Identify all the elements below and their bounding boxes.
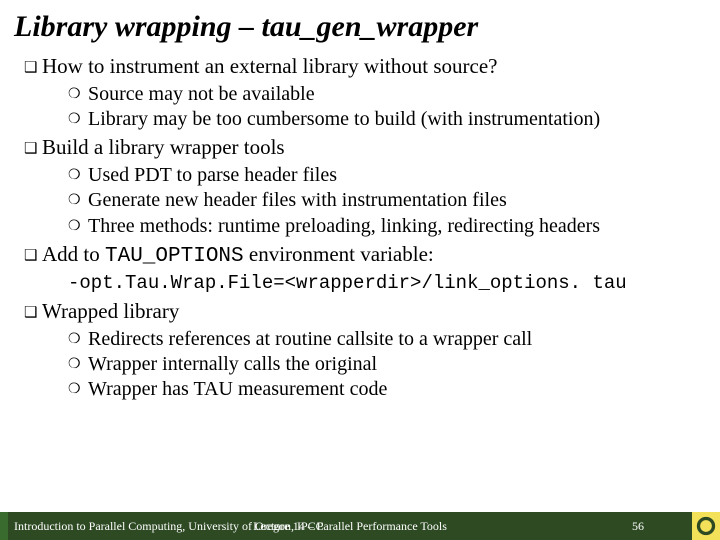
circle-bullet-icon: ❍ bbox=[68, 377, 88, 398]
bullet-text: Add to TAU_OPTIONS environment variable: bbox=[42, 242, 710, 270]
square-bullet-icon: ❑ bbox=[24, 135, 42, 158]
slide-title: Library wrapping – tau_gen_wrapper bbox=[0, 0, 720, 50]
circle-bullet-icon: ❍ bbox=[68, 163, 88, 184]
bullet-item: ❑ Build a library wrapper tools bbox=[24, 135, 710, 161]
sub-list: ❍Used PDT to parse header files ❍Generat… bbox=[68, 163, 710, 238]
bullet-text: How to instrument an external library wi… bbox=[42, 54, 710, 80]
square-bullet-icon: ❑ bbox=[24, 242, 42, 265]
sub-item: ❍Wrapper has TAU measurement code bbox=[68, 377, 710, 401]
sub-item: ❍Three methods: runtime preloading, link… bbox=[68, 214, 710, 238]
oregon-o-icon bbox=[696, 516, 716, 536]
square-bullet-icon: ❑ bbox=[24, 299, 42, 322]
bullet-text: Wrapped library bbox=[42, 299, 710, 325]
slide-content: ❑ How to instrument an external library … bbox=[0, 50, 720, 540]
circle-bullet-icon: ❍ bbox=[68, 82, 88, 103]
circle-bullet-icon: ❍ bbox=[68, 327, 88, 348]
bullet-item: ❑ Wrapped library bbox=[24, 299, 710, 325]
sub-list: ❍Redirects references at routine callsit… bbox=[68, 327, 710, 402]
sub-item: ❍Library may be too cumbersome to build … bbox=[68, 107, 710, 131]
square-bullet-icon: ❑ bbox=[24, 54, 42, 77]
bullet-item: ❑ Add to TAU_OPTIONS environment variabl… bbox=[24, 242, 710, 270]
sub-item: ❍Redirects references at routine callsit… bbox=[68, 327, 710, 351]
sub-item: ❍Generate new header files with instrume… bbox=[68, 188, 710, 212]
sub-item: ❍Used PDT to parse header files bbox=[68, 163, 710, 187]
circle-bullet-icon: ❍ bbox=[68, 352, 88, 373]
bullet-item: ❑ How to instrument an external library … bbox=[24, 54, 710, 80]
inline-code: TAU_OPTIONS bbox=[105, 245, 244, 268]
code-line: -opt.Tau.Wrap.File=<wrapperdir>/link_opt… bbox=[68, 272, 710, 295]
sub-list: ❍Source may not be available ❍Library ma… bbox=[68, 82, 710, 132]
footer-accent bbox=[0, 512, 8, 540]
sub-item: ❍Source may not be available bbox=[68, 82, 710, 106]
slide: Library wrapping – tau_gen_wrapper ❑ How… bbox=[0, 0, 720, 540]
footer-center: Lecture 14 – Parallel Performance Tools bbox=[253, 519, 447, 534]
university-logo bbox=[692, 512, 720, 540]
page-number: 56 bbox=[632, 519, 644, 534]
circle-bullet-icon: ❍ bbox=[68, 214, 88, 235]
circle-bullet-icon: ❍ bbox=[68, 107, 88, 128]
footer: Introduction to Parallel Computing, Univ… bbox=[0, 512, 720, 540]
footer-bar: Introduction to Parallel Computing, Univ… bbox=[8, 512, 692, 540]
circle-bullet-icon: ❍ bbox=[68, 188, 88, 209]
bullet-text: Build a library wrapper tools bbox=[42, 135, 710, 161]
sub-item: ❍Wrapper internally calls the original bbox=[68, 352, 710, 376]
